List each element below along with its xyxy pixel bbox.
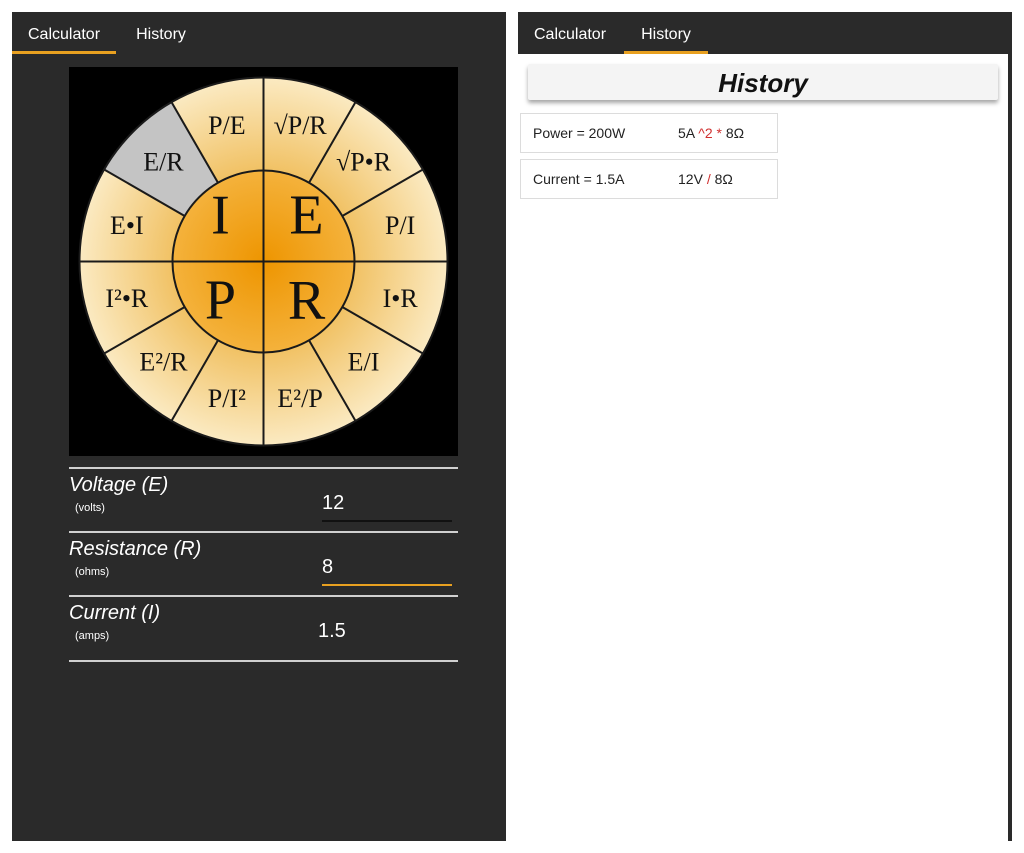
wheel-segment-label[interactable]: I•R [383, 284, 419, 313]
tab-bar: Calculator History [518, 12, 1012, 54]
current-label: Current (I) [69, 602, 161, 624]
tab-calculator[interactable]: Calculator [12, 12, 116, 54]
wheel-center-letter: I [211, 185, 230, 247]
resistance-input[interactable]: 8 [322, 556, 333, 579]
field-divider [69, 660, 458, 662]
active-tab-indicator [12, 51, 116, 54]
ohms-law-wheel-graphic: I EP R P/E √P/R √P•R P/I I•R E/I E²/P P/I² E²/R I²•R… [78, 76, 449, 447]
tab-history-label: History [136, 26, 186, 43]
wheel-segment-label[interactable]: E/I [348, 348, 380, 377]
formula-operand: 12V [678, 171, 703, 187]
tab-calculator[interactable]: Calculator [518, 12, 622, 54]
wheel-segment-label[interactable]: P/E [208, 111, 246, 140]
wheel-center-letter: E [289, 185, 323, 247]
voltage-unit: (volts) [75, 502, 105, 514]
wheel-segment-label[interactable]: E²/P [277, 384, 322, 413]
calculator-panel: Calculator History I E P R P/E √P/R √P•R P/I I•R… [12, 12, 506, 841]
voltage-input-underline [322, 520, 452, 522]
history-item-formula: 5A ^2 * 8Ω [678, 114, 744, 152]
ohms-law-wheel: I E P R P/E √P/R √P•R P/I I•R E/I E²/P P/I² E²/R I²•R… [69, 67, 458, 456]
formula-operand: 5A [678, 125, 695, 141]
voltage-label: Voltage (E) [69, 474, 169, 496]
history-item-result: Current = 1.5A [533, 171, 625, 187]
tab-calculator-label: Calculator [533, 26, 607, 43]
history-panel: Calculator History History Power = 200W … [518, 12, 1012, 841]
history-item-result: Power = 200W [533, 125, 626, 141]
voltage-input[interactable]: 12 [322, 492, 344, 515]
window-edge [1008, 54, 1012, 841]
wheel-segment-label[interactable]: √P•R [336, 147, 392, 176]
wheel-shapes [78, 76, 449, 447]
resistance-input-underline [322, 584, 452, 586]
field-divider [69, 531, 458, 533]
formula-operator: ^2 [698, 125, 713, 141]
history-item[interactable]: Power = 200W 5A ^2 * 8Ω [520, 113, 778, 153]
resistance-unit: (ohms) [75, 566, 110, 578]
tab-history-label: History [641, 26, 691, 43]
wheel-segment-label[interactable]: E/R [143, 147, 184, 176]
wheel-segment-label[interactable]: I²•R [105, 284, 149, 313]
current-unit: (amps) [75, 630, 110, 642]
formula-operand: 8Ω [725, 125, 745, 141]
wheel-segment-label[interactable]: P/I [385, 211, 415, 240]
wheel-segment-label[interactable]: √P/R [273, 111, 327, 140]
wheel-segment-label[interactable]: E•I [110, 211, 144, 240]
wheel-segment-label[interactable]: P/I² [208, 384, 246, 413]
tab-history[interactable]: History [122, 12, 200, 54]
wheel-segment-label[interactable]: E²/R [139, 348, 188, 377]
formula-operator: * [716, 125, 722, 141]
formula-operand: 8Ω [714, 171, 733, 187]
active-tab-indicator [624, 51, 708, 54]
tab-history[interactable]: History [624, 12, 708, 54]
tab-calculator-label: Calculator [27, 26, 101, 43]
wheel-center-letter: R [288, 270, 326, 332]
current-value: 1.5 [318, 620, 346, 642]
history-item[interactable]: Current = 1.5A 12V / 8Ω [520, 159, 778, 199]
wheel-center-letter: P [205, 270, 236, 332]
history-title: History [528, 64, 998, 100]
history-item-formula: 12V / 8Ω [678, 160, 733, 198]
resistance-label: Resistance (R) [69, 538, 202, 560]
field-divider [69, 595, 458, 597]
field-divider [69, 467, 458, 469]
formula-operator: / [706, 171, 711, 187]
